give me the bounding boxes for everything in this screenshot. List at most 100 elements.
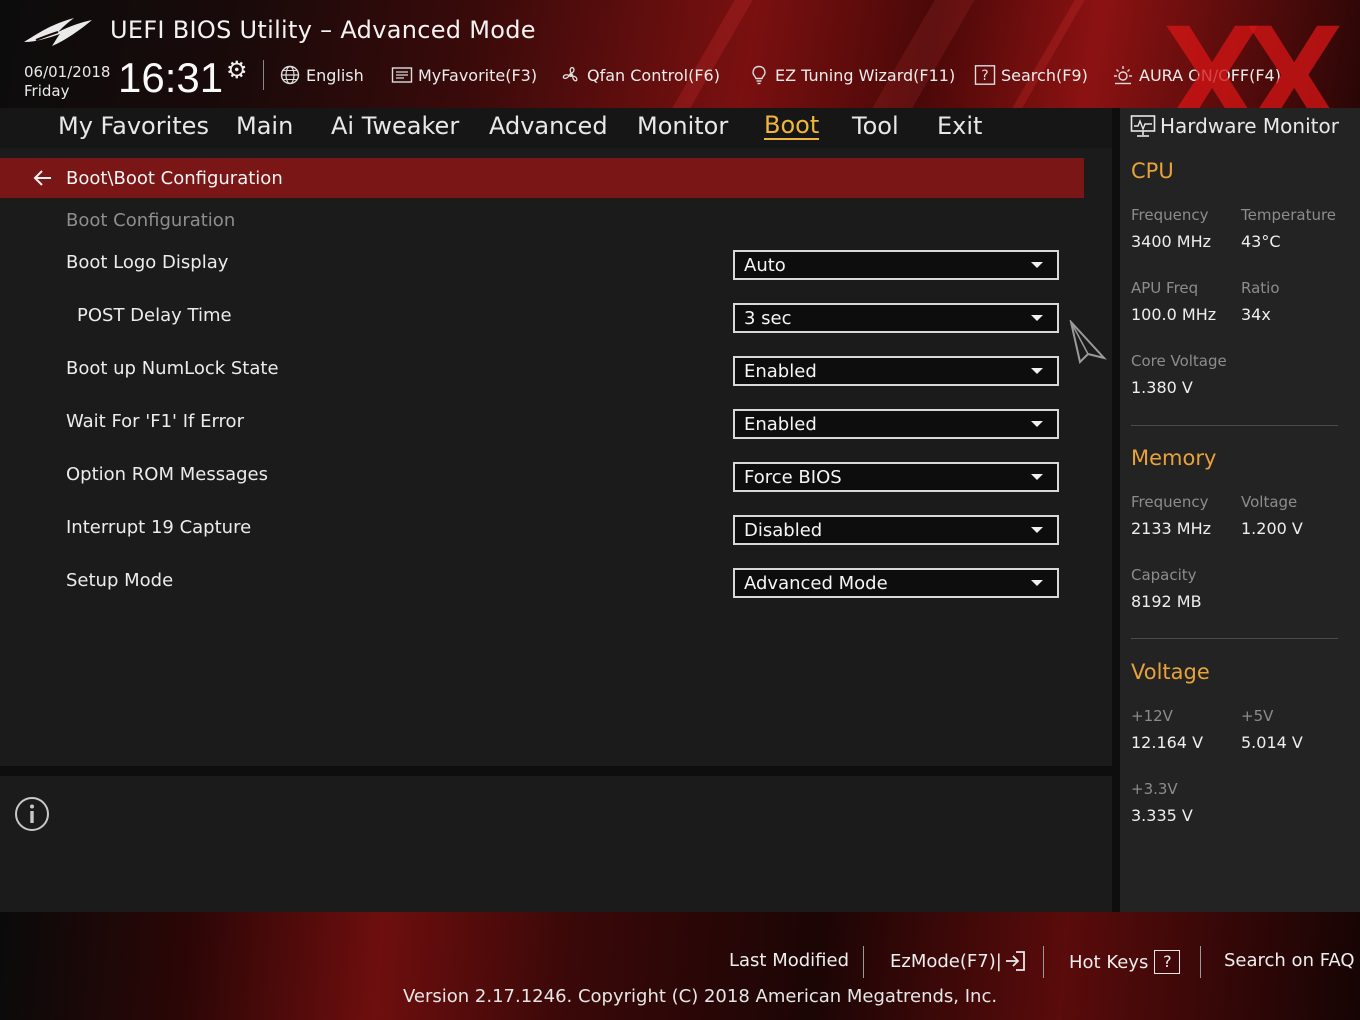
myfavorite-button[interactable]: MyFavorite(F3)	[391, 63, 537, 87]
copyright-text: Version 2.17.1246. Copyright (C) 2018 Am…	[403, 986, 998, 1007]
ez-tuning-label: EZ Tuning Wizard(F11)	[775, 65, 956, 85]
globe-icon	[280, 65, 300, 85]
apu-freq-label: APU Freq	[1131, 279, 1199, 297]
memory-frequency-value: 2133 MHz	[1131, 519, 1212, 538]
tab-tool[interactable]: Tool	[852, 112, 899, 140]
clock-time: 16:31	[118, 54, 224, 101]
lightbulb-icon	[752, 65, 766, 85]
footer-divider	[1043, 946, 1044, 978]
tab-ai-tweaker[interactable]: Ai Tweaker	[331, 112, 459, 140]
caret-down-icon	[1031, 421, 1043, 427]
tab-boot[interactable]: Boot	[764, 112, 820, 140]
mouse-pointer-icon	[1069, 320, 1107, 364]
search-faq-button[interactable]: Search on FAQ	[1224, 950, 1355, 971]
setting-label-setup-mode: Setup Mode	[66, 570, 174, 591]
cpu-ratio-value: 34x	[1241, 305, 1271, 324]
dropdown-value: Disabled	[744, 519, 823, 541]
setting-label-interrupt-19: Interrupt 19 Capture	[66, 517, 252, 538]
post-delay-dropdown[interactable]: 3 sec	[733, 303, 1059, 333]
date-display: 06/01/2018 Friday	[24, 63, 110, 101]
cpu-ratio-label: Ratio	[1241, 279, 1280, 297]
setting-label-boot-logo: Boot Logo Display	[66, 252, 229, 273]
hot-keys-label: Hot Keys	[1069, 951, 1149, 973]
wait-f1-dropdown[interactable]: Enabled	[733, 409, 1059, 439]
monitor-icon	[1130, 115, 1156, 137]
favorite-list-icon	[391, 67, 413, 83]
language-label: English	[306, 65, 364, 85]
dropdown-value: Enabled	[744, 360, 817, 382]
header-bar: UEFI BIOS Utility – Advanced Mode 06/01/…	[0, 0, 1360, 108]
tab-main[interactable]: Main	[236, 112, 293, 140]
dropdown-value: 3 sec	[744, 307, 792, 329]
info-separator	[0, 766, 1112, 776]
qfan-control-button[interactable]: Qfan Control(F6)	[560, 63, 720, 87]
numlock-dropdown[interactable]: Enabled	[733, 356, 1059, 386]
v12-label: +12V	[1131, 707, 1173, 725]
exit-arrow-icon	[1005, 951, 1025, 971]
v5-label: +5V	[1241, 707, 1274, 725]
hardware-monitor-panel: Hardware Monitor CPU Frequency Temperatu…	[1120, 108, 1360, 912]
last-modified-button[interactable]: Last Modified	[729, 950, 849, 971]
watermark-logo: XX	[1162, 0, 1344, 108]
tab-monitor[interactable]: Monitor	[637, 112, 728, 140]
hw-divider	[1131, 638, 1338, 639]
ezmode-label: EzMode(F7)|	[890, 950, 1002, 972]
memory-voltage-label: Voltage	[1241, 493, 1298, 511]
app-title: UEFI BIOS Utility – Advanced Mode	[110, 16, 536, 44]
cpu-frequency-label: Frequency	[1131, 206, 1209, 224]
v12-value: 12.164 V	[1131, 733, 1204, 752]
boot-logo-dropdown[interactable]: Auto	[733, 250, 1059, 280]
memory-heading: Memory	[1131, 446, 1217, 470]
v33-value: 3.335 V	[1131, 806, 1193, 825]
footer-divider	[1200, 946, 1201, 978]
hw-monitor-title: Hardware Monitor	[1160, 114, 1339, 138]
aura-light-icon	[1114, 66, 1132, 85]
tab-exit[interactable]: Exit	[937, 112, 982, 140]
search-label: Search(F9)	[1001, 65, 1088, 85]
hw-monitor-header: Hardware Monitor	[1130, 114, 1339, 138]
day-text: Friday	[24, 82, 70, 100]
myfavorite-label: MyFavorite(F3)	[418, 65, 538, 85]
interrupt-19-dropdown[interactable]: Disabled	[733, 515, 1059, 545]
cpu-temperature-label: Temperature	[1241, 206, 1337, 224]
setting-label-wait-f1: Wait For 'F1' If Error	[66, 411, 244, 432]
ez-tuning-wizard-button[interactable]: EZ Tuning Wizard(F11)	[748, 63, 955, 87]
breadcrumb-bar: Boot\Boot Configuration	[0, 158, 1084, 198]
footer-divider	[863, 946, 864, 978]
core-voltage-value: 1.380 V	[1131, 378, 1193, 397]
caret-down-icon	[1031, 580, 1043, 586]
caret-down-icon	[1031, 262, 1043, 268]
cpu-temperature-value: 43°C	[1241, 232, 1281, 251]
main-menu-bar: My Favorites Main Ai Tweaker Advanced Mo…	[0, 108, 1112, 148]
section-heading: Boot Configuration	[66, 210, 236, 231]
cpu-heading: CPU	[1131, 159, 1174, 183]
setting-label-numlock: Boot up NumLock State	[66, 358, 279, 379]
rog-logo-icon	[24, 18, 92, 46]
header-divider	[263, 60, 264, 90]
tab-my-favorites[interactable]: My Favorites	[58, 112, 209, 140]
gear-icon[interactable]: ⚙	[226, 56, 248, 84]
setting-label-option-rom: Option ROM Messages	[66, 464, 268, 485]
ezmode-button[interactable]: EzMode(F7)|	[890, 950, 1026, 972]
tab-advanced[interactable]: Advanced	[489, 112, 608, 140]
core-voltage-label: Core Voltage	[1131, 352, 1227, 370]
voltage-heading: Voltage	[1131, 660, 1210, 684]
back-arrow-icon[interactable]	[32, 167, 54, 189]
memory-capacity-value: 8192 MB	[1131, 592, 1202, 611]
setting-label-post-delay: POST Delay Time	[77, 305, 232, 326]
footer-bar: Last Modified EzMode(F7)| Hot Keys ? Sea…	[0, 912, 1360, 1020]
info-icon	[15, 797, 49, 831]
dropdown-value: Enabled	[744, 413, 817, 435]
v5-value: 5.014 V	[1241, 733, 1303, 752]
language-button[interactable]: English	[279, 63, 364, 87]
option-rom-dropdown[interactable]: Force BIOS	[733, 462, 1059, 492]
dropdown-value: Auto	[744, 254, 786, 276]
hot-keys-button[interactable]: Hot Keys ?	[1069, 950, 1181, 974]
dropdown-value: Advanced Mode	[744, 572, 888, 594]
fan-icon	[562, 66, 578, 82]
memory-capacity-label: Capacity	[1131, 566, 1197, 584]
search-button[interactable]: ? Search(F9)	[974, 63, 1088, 87]
caret-down-icon	[1031, 474, 1043, 480]
settings-panel: Boot\Boot Configuration Boot Configurati…	[0, 148, 1112, 766]
setup-mode-dropdown[interactable]: Advanced Mode	[733, 568, 1059, 598]
